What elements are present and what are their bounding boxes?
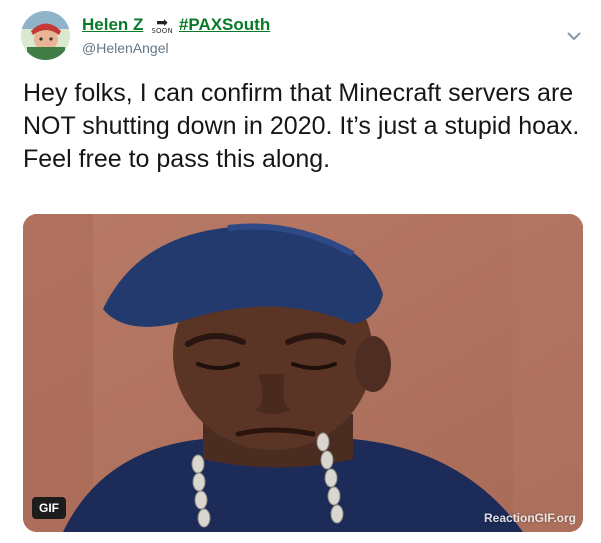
soon-badge: ➡ SOON bbox=[151, 13, 173, 35]
arrow-right-icon: ➡ bbox=[156, 13, 169, 30]
author-handle[interactable]: @HelenAngel bbox=[82, 40, 169, 56]
author-display-name[interactable]: Helen Z bbox=[82, 15, 143, 35]
user-avatar-icon[interactable] bbox=[21, 11, 70, 60]
chevron-down-icon[interactable] bbox=[566, 28, 582, 44]
tweet-media-gif[interactable] bbox=[23, 214, 583, 532]
tweet-text: Hey folks, I can confirm that Minecraft … bbox=[23, 79, 580, 173]
gif-badge: GIF bbox=[32, 497, 66, 519]
soon-badge-text: SOON bbox=[151, 26, 173, 35]
media-watermark: ReactionGIF.org bbox=[484, 511, 577, 525]
author-name-row: Helen Z ➡ SOON #PAXSouth bbox=[82, 13, 270, 37]
tweet-card: Helen Z ➡ SOON #PAXSouth @HelenAngel Hey… bbox=[0, 0, 601, 543]
author-hashtag-link[interactable]: #PAXSouth bbox=[179, 15, 270, 35]
